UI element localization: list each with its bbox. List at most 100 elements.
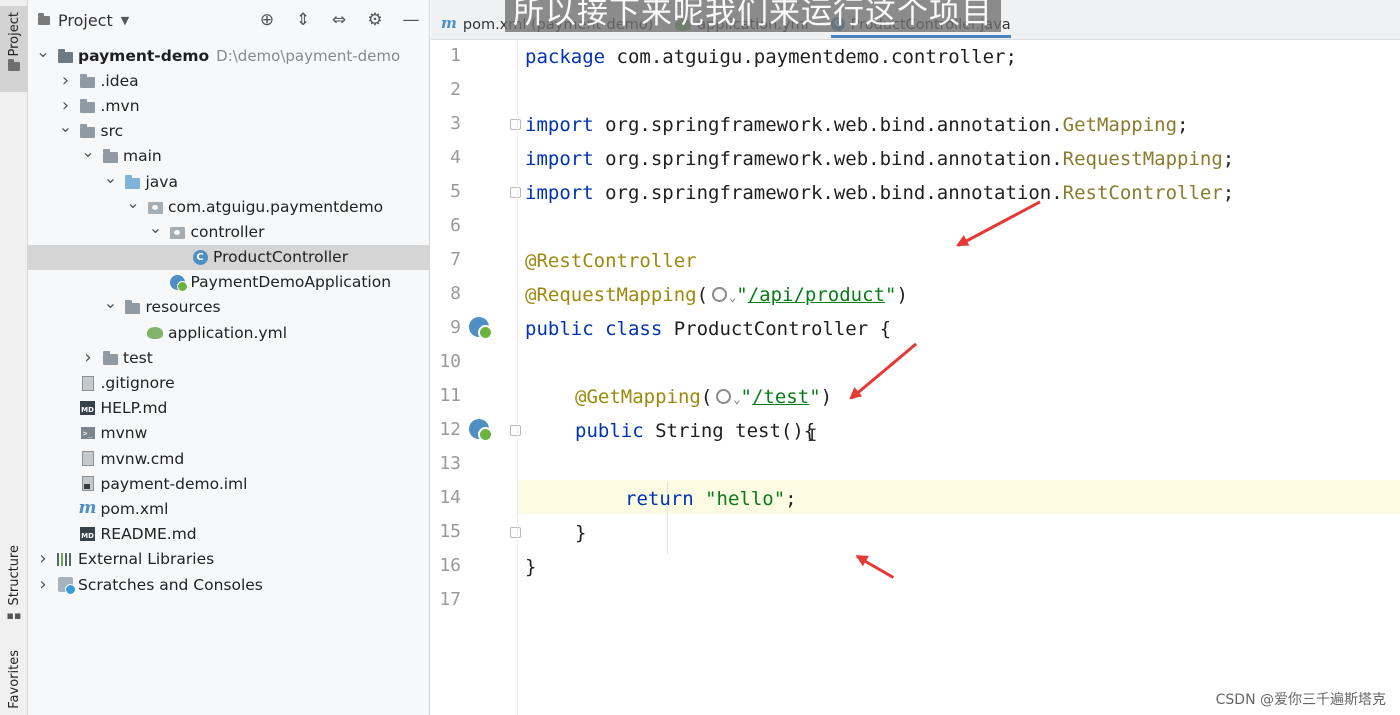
tree-item[interactable]: ⌄ src <box>28 119 430 144</box>
tree-item-label: java <box>145 172 178 191</box>
text-file-icon <box>79 375 97 391</box>
hide-icon[interactable]: — <box>393 10 429 30</box>
chevron-down-icon[interactable]: ⌄ <box>36 43 50 60</box>
tree-item-label: mvnw.cmd <box>100 449 185 468</box>
code-view[interactable]: package com.atguigu.paymentdemo.controll… <box>525 40 1395 715</box>
module-file-icon <box>79 476 97 492</box>
line-number: 16 <box>439 555 461 576</box>
tree-item[interactable]: MD HELP.md <box>28 396 430 421</box>
code-line-14: return "hello"; <box>625 482 797 516</box>
chevron-right-icon[interactable]: › <box>36 550 50 568</box>
tree-item-label: com.atguigu.paymentdemo <box>168 197 384 216</box>
chevron-right-icon[interactable]: › <box>59 71 73 90</box>
class-token: GetMapping <box>1062 114 1178 136</box>
package-icon <box>146 199 164 215</box>
maven-icon: m <box>78 498 97 519</box>
text-cursor-icon: I <box>807 426 818 446</box>
tree-item[interactable]: .gitignore <box>28 370 430 395</box>
globe-icon[interactable] <box>716 389 732 404</box>
line-number: 10 <box>439 351 461 372</box>
line-number: 3 <box>450 113 461 134</box>
folder-icon <box>79 73 97 89</box>
tree-item[interactable]: ⌄ resources <box>28 295 430 320</box>
chevron-down-icon[interactable]: ⌄ <box>126 194 140 211</box>
tree-item[interactable]: ⌄ com.atguigu.paymentdemo <box>28 194 430 219</box>
shell-script-icon: >_ <box>79 425 97 441</box>
tree-item-path: D:\demo\payment-demo <box>216 46 401 65</box>
resources-folder-icon <box>124 299 142 315</box>
collapse-all-icon[interactable]: ⇔ <box>321 10 357 30</box>
tree-item[interactable]: mvnw.cmd <box>28 446 430 471</box>
tree-item[interactable]: ⌄ java <box>28 169 430 194</box>
tree-item[interactable]: payment-demo.iml <box>28 471 430 496</box>
code-token: ; <box>785 488 797 510</box>
chevron-down-icon[interactable]: ⌄ <box>149 219 163 236</box>
gear-icon[interactable]: ⚙ <box>357 10 393 30</box>
tree-item[interactable]: › .mvn <box>28 93 430 118</box>
chevron-down-icon[interactable]: ⌄ <box>104 295 118 311</box>
chevron-down-icon[interactable]: ▼ <box>121 14 129 27</box>
tree-item[interactable]: ⌄ main <box>28 144 430 169</box>
url-token[interactable]: /test <box>752 386 809 408</box>
line-number: 5 <box>450 181 461 202</box>
tree-item[interactable]: › Scratches and Consoles <box>28 572 430 597</box>
code-token: ; <box>1177 114 1189 136</box>
tree-item[interactable]: › .idea <box>28 68 430 93</box>
url-token[interactable]: /api/product <box>748 284 885 306</box>
chevron-down-icon[interactable]: ⌄ <box>59 119 73 135</box>
line-number: 2 <box>450 79 461 100</box>
tree-item-label: README.md <box>100 525 197 544</box>
class-token: RestController <box>1062 182 1223 204</box>
code-token: ; <box>1222 182 1235 204</box>
tree-item-label: controller <box>190 222 265 241</box>
project-panel-title[interactable]: Project <box>58 11 113 30</box>
chevron-right-icon[interactable]: › <box>81 348 95 367</box>
tree-item[interactable]: >_ mvnw <box>28 421 430 446</box>
fold-marker-icon[interactable] <box>510 425 521 436</box>
line-number: 7 <box>450 249 461 270</box>
globe-icon[interactable] <box>712 287 728 302</box>
chevron-right-icon[interactable]: › <box>59 96 73 115</box>
tree-item-label: src <box>100 122 124 141</box>
annotation-token: @GetMapping <box>575 386 701 408</box>
yaml-file-icon <box>146 325 164 341</box>
project-tree: ⌄ payment-demo D:\demo\payment-demo › .idea ›… <box>28 43 430 597</box>
tree-item[interactable]: m pom.xml <box>28 496 430 521</box>
fold-marker-icon[interactable] <box>510 527 521 538</box>
tree-item[interactable]: application.yml <box>28 320 430 345</box>
tree-item[interactable]: ⌄ controller <box>28 219 430 244</box>
favorites-tool-tab[interactable]: Favorites <box>0 650 28 715</box>
tree-item[interactable]: C ProductController <box>28 244 430 270</box>
project-tool-tab[interactable]: Project <box>0 6 28 92</box>
module-folder-icon <box>56 48 74 64</box>
tree-item-label: .mvn <box>100 96 140 115</box>
structure-tool-tab[interactable]: Structure ▪▪ <box>0 545 28 635</box>
chevron-right-icon[interactable]: › <box>36 575 50 594</box>
tree-item-label: Scratches and Consoles <box>78 575 263 594</box>
line-number: 17 <box>439 589 461 610</box>
tree-item[interactable]: MD README.md <box>28 522 430 547</box>
watermark: CSDN @爱你三千遍斯塔克 <box>1215 692 1386 708</box>
chevron-down-icon[interactable]: ⌄ <box>733 392 740 406</box>
chevron-down-icon[interactable]: ⌄ <box>81 144 95 160</box>
tree-item[interactable]: › External Libraries <box>28 547 430 572</box>
code-line-16: } <box>525 550 536 584</box>
spring-bean-run-icon[interactable] <box>469 317 493 340</box>
chevron-down-icon[interactable]: ⌄ <box>104 169 118 186</box>
tree-item[interactable]: › test <box>28 345 430 370</box>
spring-bean-run-icon[interactable] <box>469 419 493 442</box>
tree-item[interactable]: ⌄ payment-demo D:\demo\payment-demo <box>28 43 430 68</box>
markdown-file-icon: MD <box>79 526 97 542</box>
fold-marker-icon[interactable] <box>510 187 521 198</box>
fold-marker-icon[interactable] <box>510 119 521 130</box>
keyword-token: public <box>575 420 644 442</box>
code-line-3: import org.springframework.web.bind.anno… <box>525 108 1188 142</box>
code-token: String test(){ <box>643 420 816 442</box>
maven-icon: m <box>441 14 457 32</box>
tree-item-label: .idea <box>100 71 139 90</box>
video-subtitle-caption: 所以接下来呢我们来运行这个项目 <box>505 0 1001 32</box>
expand-all-icon[interactable]: ⇕ <box>285 10 321 30</box>
tree-item[interactable]: PaymentDemoApplication <box>28 270 430 295</box>
crosshair-icon[interactable]: ⊕ <box>249 10 285 30</box>
keyword-token: package <box>525 46 606 68</box>
